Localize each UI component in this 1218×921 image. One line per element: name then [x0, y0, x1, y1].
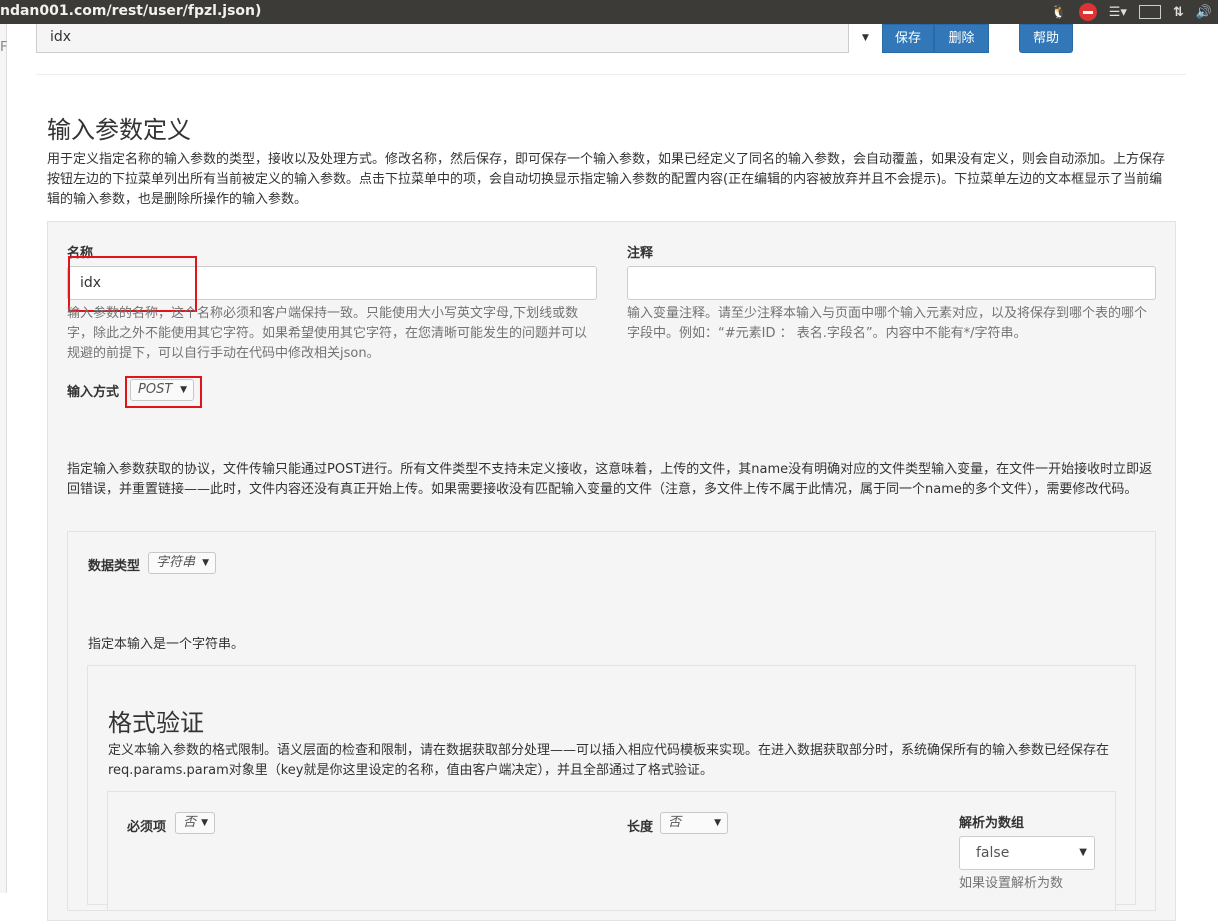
- divider: [36, 74, 1186, 75]
- method-label: 输入方式: [67, 385, 120, 400]
- datatype-help: 指定本输入是一个字符串。: [88, 637, 245, 652]
- array-value: false: [976, 845, 1010, 861]
- window-title: ndan001.com/rest/user/fpzl.json): [0, 3, 262, 19]
- array-select[interactable]: false ▼: [959, 836, 1095, 870]
- comment-input[interactable]: [627, 266, 1156, 300]
- volume-icon[interactable]: 🔊: [1196, 5, 1212, 20]
- param-select[interactable]: idx ▼: [36, 24, 882, 53]
- window-left-edge: [0, 24, 7, 893]
- validation-description: 定义本输入参数的格式限制。语义层面的检查和限制，请在数据获取部分处理——可以插入…: [108, 743, 1110, 778]
- method-help: 指定输入参数获取的协议，文件传输只能通过POST进行。所有文件类型不支持未定义接…: [67, 462, 1153, 497]
- caret-down-icon: ▼: [714, 818, 721, 828]
- length-label: 长度: [627, 820, 654, 835]
- array-help: 如果设置解析为数: [959, 876, 1064, 891]
- caret-down-icon: ▼: [202, 558, 209, 568]
- save-button[interactable]: 保存: [882, 24, 934, 53]
- validation-title: 格式验证: [108, 709, 204, 737]
- system-tray: 🐧 ☰▾ ⇅ 🔊: [1045, 0, 1218, 24]
- param-select-value: idx: [50, 29, 72, 45]
- network-icon[interactable]: ⇅: [1173, 5, 1184, 20]
- array-label: 解析为数组: [959, 816, 1025, 831]
- menu-icon[interactable]: ☰▾: [1109, 5, 1127, 20]
- section-title: 输入参数定义: [47, 116, 191, 144]
- required-value: 否: [183, 815, 197, 830]
- help-button[interactable]: 帮助: [1019, 24, 1073, 53]
- caret-down-icon[interactable]: ▼: [848, 24, 882, 53]
- keyboard-icon[interactable]: [1138, 5, 1161, 19]
- length-select[interactable]: 否 ▼: [660, 812, 728, 834]
- datatype-select[interactable]: 字符串 ▼: [148, 552, 216, 574]
- left-edge-text: F: [0, 40, 8, 55]
- stop-icon[interactable]: [1078, 3, 1097, 21]
- comment-label: 注释: [627, 246, 654, 261]
- required-select[interactable]: 否 ▼: [175, 812, 215, 834]
- delete-button[interactable]: 删除: [934, 24, 989, 53]
- comment-help: 输入变量注释。请至少注释本输入与页面中哪个输入元素对应，以及将保存到哪个表的哪个…: [627, 306, 1148, 341]
- datatype-value: 字符串: [156, 555, 196, 570]
- section-description: 用于定义指定名称的输入参数的类型，接收以及处理方式。修改名称，然后保存，即可保存…: [47, 152, 1166, 207]
- name-help: 输入参数的名称，这个名称必须和客户端保持一致。只能使用大小写英文字母,下划线或数…: [67, 306, 588, 361]
- datatype-label: 数据类型: [88, 559, 141, 574]
- length-value: 否: [668, 815, 682, 830]
- required-label: 必须项: [127, 820, 167, 835]
- window-title-bar: ndan001.com/rest/user/fpzl.json) 🐧 ☰▾ ⇅ …: [0, 0, 1218, 24]
- highlight-box-method: [125, 376, 202, 408]
- caret-down-icon: ▼: [1079, 847, 1087, 858]
- qq-icon[interactable]: 🐧: [1051, 5, 1067, 20]
- caret-down-icon: ▼: [201, 818, 208, 828]
